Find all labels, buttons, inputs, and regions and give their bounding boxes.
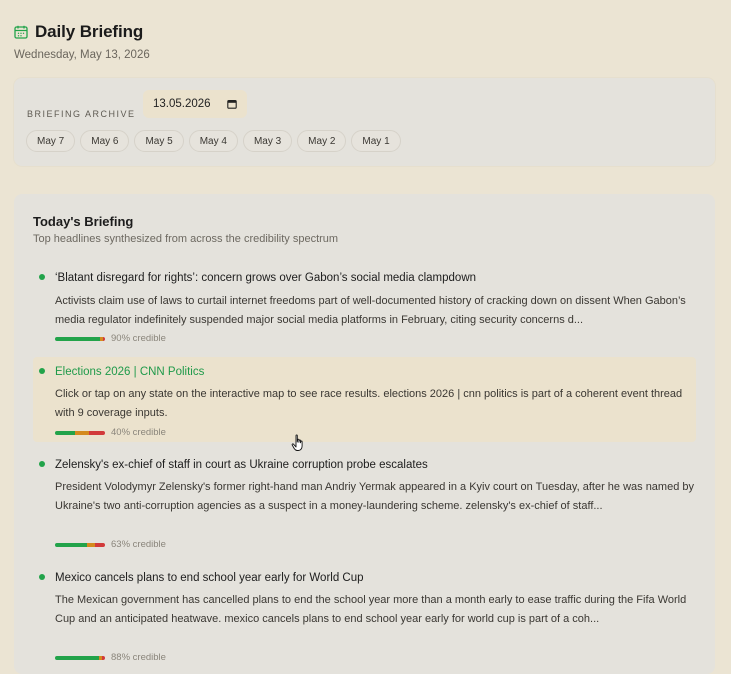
bullet-dot bbox=[39, 574, 45, 580]
credibility-bar-segment bbox=[55, 336, 100, 341]
headline[interactable]: Elections 2026 | CNN Politics bbox=[55, 366, 204, 378]
credibility-bar bbox=[55, 430, 105, 435]
archive-chip[interactable]: May 1 bbox=[351, 130, 401, 152]
page-header: Daily Briefing Wednesday, May 13, 2026 bbox=[14, 22, 150, 61]
credibility-bar bbox=[55, 336, 105, 341]
calendar-picker-icon[interactable] bbox=[227, 99, 237, 109]
briefing-item[interactable]: Mexico cancels plans to end school year … bbox=[33, 567, 696, 667]
credibility-bar bbox=[55, 542, 105, 547]
credibility-bar-segment bbox=[75, 430, 89, 435]
briefing-archive-card: BRIEFING ARCHIVE 13.05.2026 May 7 May 6 … bbox=[14, 78, 715, 166]
archive-chip[interactable]: May 3 bbox=[242, 130, 293, 152]
credibility-row: 40% credible bbox=[55, 427, 166, 438]
archive-chip[interactable]: May 4 bbox=[188, 130, 238, 152]
todays-briefing-card: Today's Briefing Top headlines synthesiz… bbox=[14, 194, 715, 674]
credibility-bar-segment bbox=[86, 542, 95, 547]
credibility-text: 90% credible bbox=[111, 333, 166, 344]
briefing-item[interactable]: Zelensky's ex-chief of staff in court as… bbox=[33, 454, 696, 554]
summary: The Mexican government has cancelled pla… bbox=[55, 594, 687, 625]
credibility-bar-segment bbox=[102, 336, 105, 341]
archive-date-input[interactable]: 13.05.2026 bbox=[143, 90, 247, 118]
summary: President Volodymyr Zelensky's former ri… bbox=[55, 481, 694, 512]
headline[interactable]: ‘Blatant disregard for rights’: concern … bbox=[55, 272, 476, 284]
daily-briefing-page: Daily Briefing Wednesday, May 13, 2026 B… bbox=[0, 0, 731, 674]
credibility-row: 63% credible bbox=[55, 539, 166, 550]
archive-label: BRIEFING ARCHIVE bbox=[27, 109, 136, 119]
date-input-value: 13.05.2026 bbox=[153, 98, 211, 110]
headline[interactable]: Zelensky's ex-chief of staff in court as… bbox=[55, 459, 428, 471]
briefing-item[interactable]: Elections 2026 | CNN Politics Click or t… bbox=[33, 357, 696, 442]
bullet-dot bbox=[39, 274, 45, 280]
page-title: Daily Briefing bbox=[35, 22, 144, 41]
credibility-text: 40% credible bbox=[111, 427, 166, 438]
archive-chip[interactable]: May 5 bbox=[134, 130, 184, 152]
calendar-icon bbox=[14, 25, 28, 39]
current-date: Wednesday, May 13, 2026 bbox=[14, 49, 150, 61]
archive-chip[interactable]: May 6 bbox=[80, 130, 130, 152]
credibility-row: 90% credible bbox=[55, 333, 166, 344]
credibility-bar-segment bbox=[94, 542, 105, 547]
bullet-dot bbox=[39, 461, 45, 467]
summary: Activists claim use of laws to curtail i… bbox=[55, 295, 686, 326]
archive-chip[interactable]: May 2 bbox=[297, 130, 347, 152]
summary: Click or tap on any state on the interac… bbox=[55, 388, 683, 419]
headline[interactable]: Mexico cancels plans to end school year … bbox=[55, 572, 364, 584]
credibility-bar-segment bbox=[55, 542, 87, 547]
hand-pointer-icon bbox=[291, 434, 303, 451]
briefing-title: Today's Briefing bbox=[33, 214, 134, 229]
credibility-bar-segment bbox=[55, 430, 75, 435]
bullet-dot bbox=[39, 368, 45, 374]
title-row: Daily Briefing bbox=[14, 22, 150, 42]
credibility-text: 63% credible bbox=[111, 539, 166, 550]
archive-date-chips: May 7 May 6 May 5 May 4 May 3 May 2 May … bbox=[26, 130, 401, 152]
briefing-subtitle: Top headlines synthesized from across th… bbox=[33, 233, 339, 245]
briefing-item[interactable]: ‘Blatant disregard for rights’: concern … bbox=[33, 266, 696, 348]
archive-chip[interactable]: May 7 bbox=[26, 130, 76, 152]
credibility-bar-segment bbox=[88, 430, 105, 435]
